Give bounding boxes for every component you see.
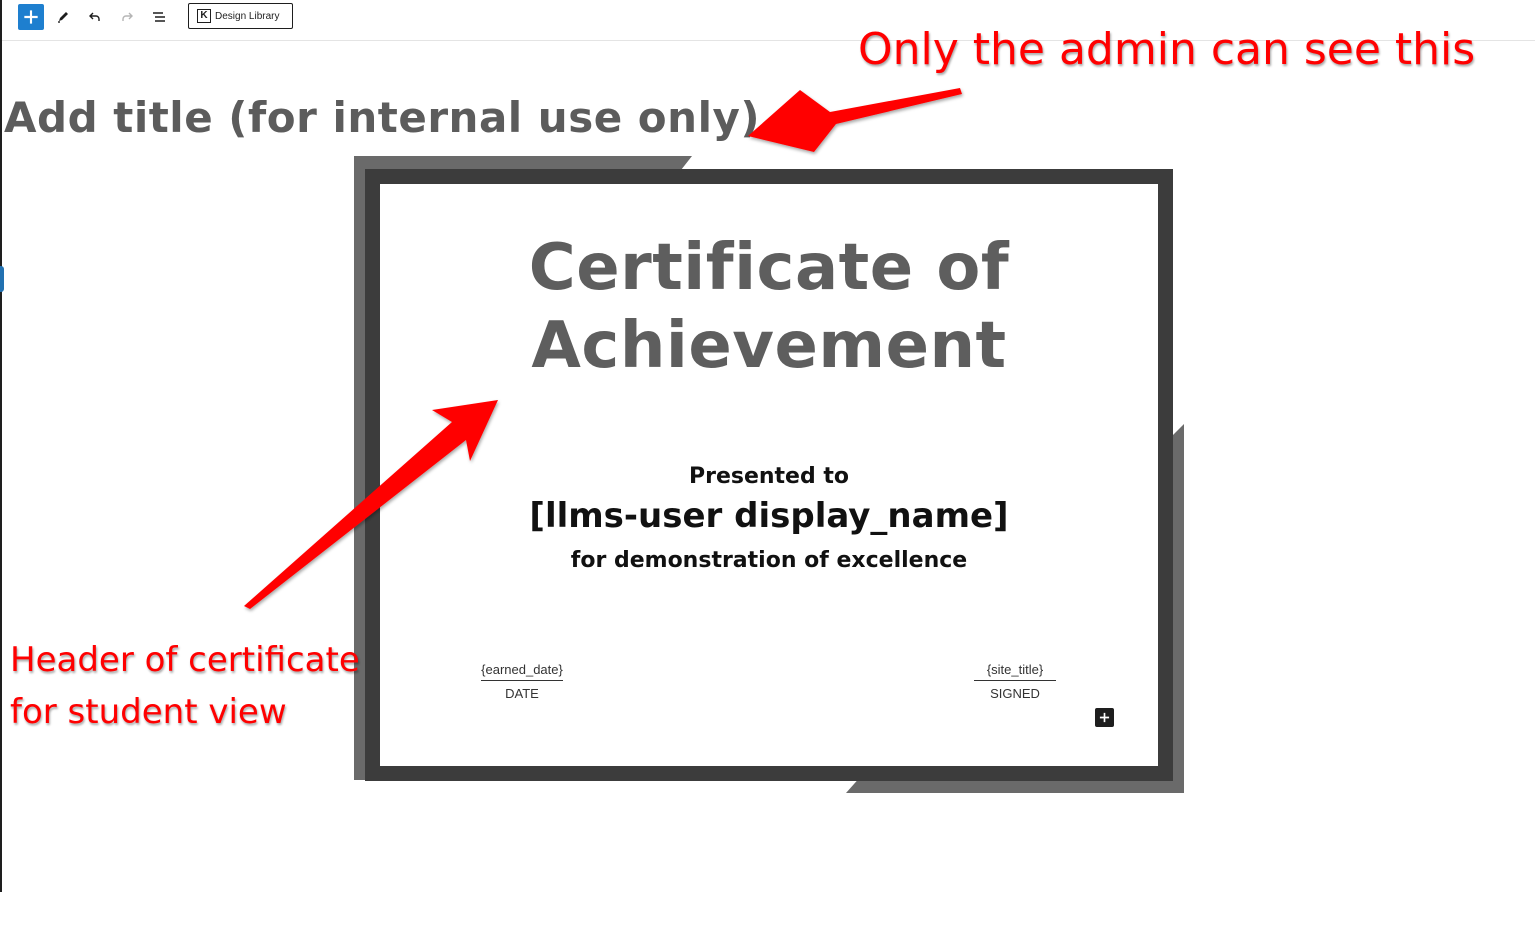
site-title-merge-code: {site_title} bbox=[986, 662, 1044, 677]
date-label: DATE bbox=[505, 686, 539, 701]
date-signature-block[interactable]: {earned_date} DATE bbox=[477, 662, 567, 701]
certificate-title-line2: Achievement bbox=[531, 309, 1007, 383]
header-annotation: Header of certificate for student view bbox=[10, 634, 360, 738]
plus-icon bbox=[1099, 712, 1110, 723]
earned-date-merge-code: {earned_date} bbox=[481, 662, 563, 677]
block-inserter-button[interactable] bbox=[1095, 708, 1114, 727]
admin-only-annotation: Only the admin can see this bbox=[858, 24, 1476, 75]
certificate-title-line1: Certificate of bbox=[528, 231, 1010, 305]
signed-signature-block[interactable]: {site_title} SIGNED bbox=[970, 662, 1060, 701]
recipient-shortcode[interactable]: [llms-user display_name] bbox=[380, 496, 1158, 536]
signed-label: SIGNED bbox=[990, 686, 1040, 701]
reason-text[interactable]: for demonstration of excellence bbox=[380, 548, 1158, 573]
certificate-body[interactable]: Certificate of Achievement Presented to … bbox=[380, 184, 1158, 766]
presented-to-text[interactable]: Presented to bbox=[380, 464, 1158, 489]
header-annotation-line2: for student view bbox=[10, 692, 287, 732]
header-annotation-line1: Header of certificate bbox=[10, 640, 360, 680]
certificate-header[interactable]: Certificate of Achievement bbox=[380, 229, 1158, 385]
